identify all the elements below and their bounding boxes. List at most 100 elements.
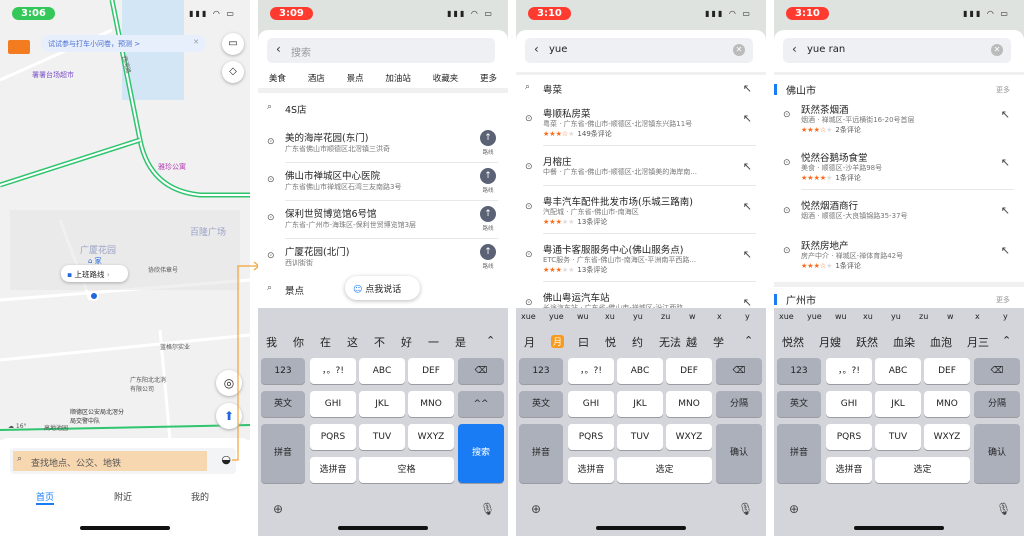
key-[interactable]: ^^ — [458, 391, 504, 417]
key-MNO[interactable]: MNO — [666, 391, 712, 417]
key-[interactable]: 分隔 — [974, 391, 1020, 417]
key-PQRS[interactable]: PQRS — [310, 424, 356, 450]
pinyin-option[interactable]: wu — [835, 312, 847, 321]
list-item[interactable]: ⊙ 悦然谷鹅场食堂 美食 · 顺德区-沙羊路98号 ★★★★★ 1条评论 ↖ — [774, 148, 1024, 190]
back-arrow-icon[interactable]: ‹ — [534, 42, 539, 56]
key-GHI[interactable]: GHI — [826, 391, 872, 417]
arrow-up-left-icon[interactable]: ↖ — [1001, 156, 1010, 169]
pinyin-option[interactable]: yu — [633, 312, 643, 321]
pinyin-option[interactable]: zu — [919, 312, 928, 321]
key-[interactable]: 确认 — [974, 424, 1020, 483]
poi-label[interactable]: 百隆广场 — [190, 225, 226, 238]
candidate-word[interactable]: 月 — [524, 334, 535, 350]
key-WXYZ[interactable]: WXYZ — [924, 424, 970, 450]
key-TUV[interactable]: TUV — [875, 424, 921, 450]
key-PQRS[interactable]: PQRS — [568, 424, 614, 450]
backspace-key[interactable]: ⌫ — [974, 358, 1020, 384]
key-[interactable]: 确认 — [716, 424, 762, 483]
arrow-up-left-icon[interactable]: ↖ — [743, 82, 752, 95]
candidate-word[interactable]: 血泡 — [930, 334, 952, 350]
candidate-word[interactable]: 约 — [632, 334, 643, 350]
pinyin-option[interactable]: y — [1003, 312, 1008, 321]
arrow-up-left-icon[interactable]: ↖ — [743, 200, 752, 213]
key-DEF[interactable]: DEF — [924, 358, 970, 384]
key-TUV[interactable]: TUV — [617, 424, 663, 450]
list-item[interactable]: ⊙ 保利世贸博览馆6号馆 广东省-广州市-海珠区-保利世贸博览馆3层 ↑ 路线 — [258, 204, 508, 240]
key-[interactable]: 英文 — [261, 391, 305, 417]
key-ABC[interactable]: ABC — [875, 358, 921, 384]
microphone-icon[interactable]: 🎙 — [480, 502, 495, 516]
search-input[interactable]: ‹ yue ran ✕ — [783, 38, 1011, 63]
key-PQRS[interactable]: PQRS — [826, 424, 872, 450]
poi-label[interactable]: 协欣伟章号 — [148, 265, 178, 274]
candidate-word[interactable]: 越 — [686, 334, 697, 350]
search-input[interactable]: ‹ 搜索 — [267, 38, 495, 63]
expand-candidates-icon[interactable]: ⌃ — [1002, 334, 1011, 347]
suggestion-item[interactable]: ⌕ 粤菜 ↖ — [516, 82, 766, 100]
arrow-up-left-icon[interactable]: ↖ — [1001, 204, 1010, 217]
clear-icon[interactable]: ✕ — [991, 44, 1003, 56]
candidate-word[interactable]: 无法 — [659, 334, 681, 350]
pinyin-option[interactable]: zu — [661, 312, 670, 321]
search-input[interactable]: ‹ yue ✕ — [525, 38, 753, 63]
key-GHI[interactable]: GHI — [310, 391, 356, 417]
survey-banner[interactable]: 试试参与打车小问卷，预测 > ✕ — [41, 35, 206, 52]
candidate-word[interactable]: 不 — [374, 334, 385, 350]
candidate-word[interactable]: 在 — [320, 334, 331, 350]
more-link[interactable]: 更多 — [996, 85, 1010, 95]
list-item[interactable]: ⊙ 佛山市禅城区中心医院 广东省佛山市禅城区石湾三友南路3号 ↑ 路线 — [258, 166, 508, 202]
key-[interactable]: 英文 — [519, 391, 563, 417]
expand-candidates-icon[interactable]: ⌃ — [744, 334, 753, 347]
candidate-word[interactable]: 学 — [713, 334, 724, 350]
poi-label[interactable]: 雅珍公寓 — [158, 162, 186, 172]
globe-icon[interactable]: ⊕ — [273, 502, 283, 516]
candidate-word[interactable]: 好 — [401, 334, 412, 350]
key-select-pinyin[interactable]: 选拼音 — [310, 457, 356, 483]
back-arrow-icon[interactable]: ‹ — [792, 42, 797, 56]
key-[interactable]: 拼音 — [261, 424, 305, 483]
key-TUV[interactable]: TUV — [359, 424, 405, 450]
key-MNO[interactable]: MNO — [408, 391, 454, 417]
clear-icon[interactable]: ✕ — [733, 44, 745, 56]
backspace-key[interactable]: ⌫ — [458, 358, 504, 384]
pinyin-option[interactable]: y — [745, 312, 750, 321]
poi-label[interactable]: 广东阳北北消有限公司 — [130, 375, 170, 393]
search-bar[interactable]: ⌕ 查找地点、公交、地铁 ◒ — [10, 448, 236, 474]
pinyin-option[interactable]: yue — [549, 312, 564, 321]
list-item[interactable]: ⊙ 美的海岸花园(东门) 广东省佛山市顺德区北滘镇三洪奇 ↑ 路线 — [258, 128, 508, 164]
more-link[interactable]: 更多 — [996, 295, 1010, 305]
candidate-word[interactable]: 月 — [551, 335, 565, 348]
key-[interactable]: 分隔 — [716, 391, 762, 417]
candidate-word[interactable]: 月嫂 — [819, 334, 841, 350]
poi-label[interactable]: 顺德区公安局北滘分局交警中队 — [70, 407, 125, 425]
key-[interactable]: ，。?! — [826, 358, 872, 384]
key-[interactable]: 拼音 — [777, 424, 821, 483]
pinyin-option[interactable]: yue — [807, 312, 822, 321]
pinyin-option[interactable]: x — [975, 312, 980, 321]
layers-button[interactable]: ◇ — [222, 61, 244, 83]
key-MNO[interactable]: MNO — [924, 391, 970, 417]
history-item[interactable]: ⌕ 4S店 — [258, 102, 508, 122]
route-button[interactable]: ↑ 路线 — [479, 244, 497, 270]
candidate-word[interactable]: 月三 — [967, 334, 989, 350]
tab-mine[interactable]: 我的 — [191, 490, 209, 503]
tab-home[interactable]: 首页 — [36, 490, 55, 505]
route-button[interactable]: ↑ 路线 — [479, 168, 497, 194]
route-button[interactable]: ↑ 路线 — [479, 130, 497, 156]
close-icon[interactable]: ✕ — [193, 38, 199, 46]
key-[interactable]: 拼音 — [519, 424, 563, 483]
candidate-word[interactable]: 这 — [347, 334, 358, 350]
key-JKL[interactable]: JKL — [617, 391, 663, 417]
poi-label[interactable]: 高地池园 — [44, 423, 68, 432]
back-arrow-icon[interactable]: ‹ — [276, 42, 281, 56]
key-JKL[interactable]: JKL — [875, 391, 921, 417]
candidate-word[interactable]: 你 — [293, 334, 304, 350]
pinyin-option[interactable]: xue — [779, 312, 794, 321]
pinyin-option[interactable]: wu — [577, 312, 589, 321]
key-DEF[interactable]: DEF — [666, 358, 712, 384]
poi-label[interactable]: 广厦花园 — [80, 243, 116, 256]
category-2[interactable]: 景点 — [347, 72, 364, 84]
list-item[interactable]: ⊙ 粤丰汽车配件批发市场(乐城三路南) 汽配城 · 广东省-佛山市-南海区 ★★★★★… — [516, 192, 766, 234]
message-button[interactable]: ▭ — [222, 33, 244, 55]
category-3[interactable]: 加油站 — [385, 72, 411, 84]
